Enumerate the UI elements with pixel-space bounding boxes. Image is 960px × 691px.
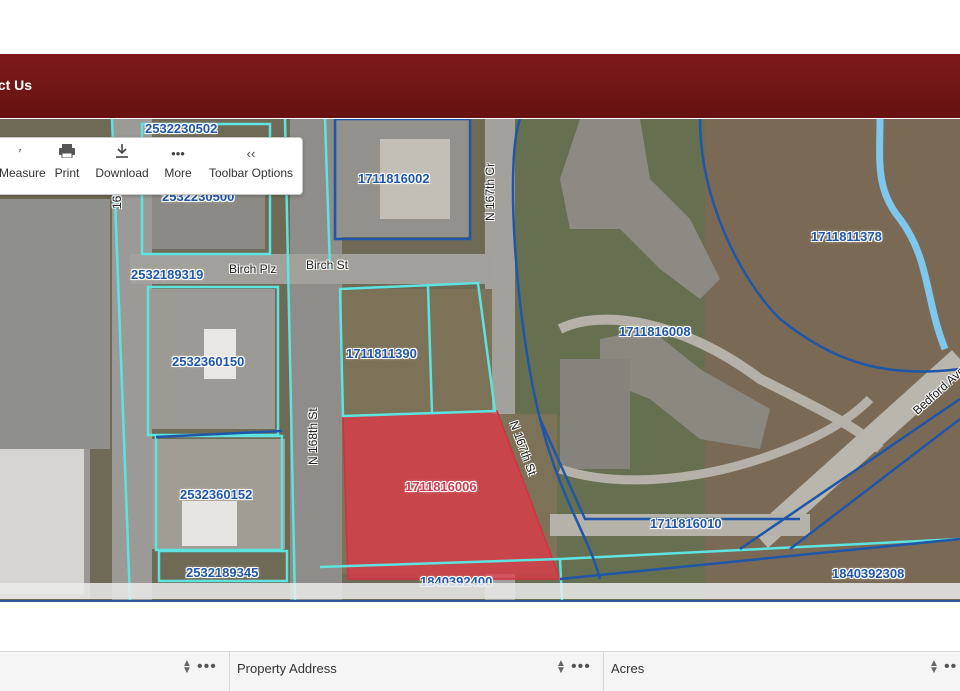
parcel-label[interactable]: 2532230502 <box>145 121 217 136</box>
street-label: Birch Plz <box>229 262 277 276</box>
parcel-label[interactable]: 2532189345 <box>186 565 258 580</box>
sort-icon[interactable]: ▲ ▼ <box>929 659 939 676</box>
collapse-icon: ‹‹ <box>246 146 256 161</box>
map-toolbar: ′ Measure Print Download ••• More ‹‹ Too… <box>0 137 303 195</box>
horizontal-scrollbar[interactable] <box>0 583 960 599</box>
sort-icon[interactable]: ▲ ▼ <box>556 659 566 676</box>
more-button[interactable]: ••• More <box>161 144 195 188</box>
print-label: Print <box>54 166 80 180</box>
column-header-parcel[interactable]: ▲ ▼ ••• <box>0 652 230 691</box>
parcel-label[interactable]: 1711816002 <box>358 171 430 186</box>
parcel-label-selected[interactable]: 1711816006 <box>405 479 477 494</box>
printer-icon <box>51 144 83 164</box>
parcel-label[interactable]: 2532189319 <box>131 267 203 282</box>
parcel-label[interactable]: 1840392308 <box>832 566 904 581</box>
parcel-label[interactable]: 1711816008 <box>619 324 691 339</box>
street-label: Birch St <box>306 258 349 272</box>
toolbar-options-label: Toolbar Options <box>208 166 294 180</box>
parcel-label[interactable]: 2532360152 <box>180 487 252 502</box>
ellipsis-icon: ••• <box>171 146 185 161</box>
toolbar-options-button[interactable]: ‹‹ Toolbar Options <box>208 144 294 188</box>
parcel-label[interactable]: 1711811378 <box>811 229 882 244</box>
measure-button[interactable]: ′ Measure <box>0 144 46 188</box>
column-menu-icon[interactable]: ••• <box>571 658 591 676</box>
parcel-map[interactable]: 2532230502 2532230500 2532189319 2532360… <box>0 119 960 602</box>
street-label: N 167th Cr <box>483 162 497 221</box>
measure-label: Measure <box>0 166 46 180</box>
nav-link-contact-us[interactable]: act Us <box>0 77 32 93</box>
street-label: N 168th St <box>306 408 320 465</box>
column-header-acres[interactable]: Acres ▲ ▼ •• <box>604 652 960 691</box>
print-button[interactable]: Print <box>51 144 83 188</box>
site-header: act Us <box>0 54 960 118</box>
ruler-icon: ′ <box>18 146 22 161</box>
sort-icon[interactable]: ▲ ▼ <box>182 659 192 676</box>
download-label: Download <box>95 166 149 180</box>
column-menu-icon[interactable]: ••• <box>197 658 217 676</box>
download-icon <box>94 144 150 164</box>
results-table-header: ▲ ▼ ••• Property Address ▲ ▼ ••• Acres ▲ ▼ … <box>0 651 960 691</box>
column-header-property-address[interactable]: Property Address ▲ ▼ ••• <box>230 652 604 691</box>
download-button[interactable]: Download <box>94 144 150 188</box>
parcel-label[interactable]: 1711816010 <box>650 516 722 531</box>
parcel-label[interactable]: 2532360150 <box>172 354 244 369</box>
parcel-label[interactable]: 1711811390 <box>346 346 417 361</box>
column-label: Property Address <box>237 661 337 676</box>
column-menu-icon[interactable]: •• <box>944 658 957 676</box>
column-label: Acres <box>611 661 645 676</box>
more-label: More <box>164 166 192 180</box>
